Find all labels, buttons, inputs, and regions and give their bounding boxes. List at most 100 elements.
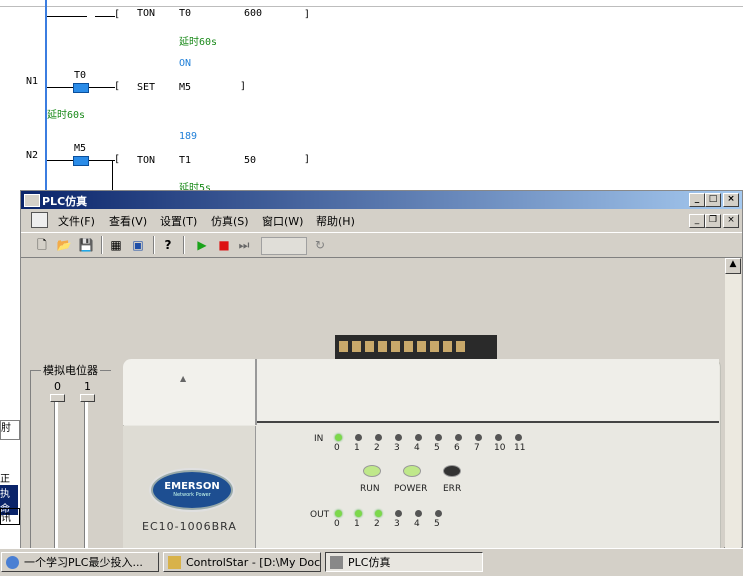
bracket: [: [114, 9, 121, 20]
menu-view[interactable]: 查看(V): [109, 213, 147, 229]
bracket: ]: [240, 81, 247, 92]
coil-value: 600: [244, 8, 263, 19]
bracket: ]: [304, 9, 311, 20]
stop-icon[interactable]: ■: [215, 236, 233, 254]
err-label: ERR: [443, 484, 462, 494]
step-icon[interactable]: ⏭: [235, 236, 253, 254]
input-led-10: [495, 434, 502, 441]
input-led-0: [335, 434, 342, 441]
module-icon[interactable]: ▦: [107, 236, 125, 254]
menu-bar: 文件(F) 查看(V) 设置(T) 仿真(S) 窗口(W) 帮助(H) _ ❐ …: [21, 210, 742, 230]
menu-settings[interactable]: 设置(T): [160, 213, 197, 229]
input-number: 10: [494, 443, 506, 453]
dip-switch[interactable]: [391, 341, 400, 352]
wire: [95, 16, 115, 17]
title-bar[interactable]: PLC仿真 _ □ ×: [21, 191, 742, 209]
output-led-4: [415, 510, 422, 517]
pot-slider-1[interactable]: [80, 394, 95, 402]
pot-slider-0[interactable]: [50, 394, 65, 402]
power-label: POWER: [394, 484, 428, 494]
input-number: 1: [354, 443, 360, 453]
input-led-5: [435, 434, 442, 441]
comment: 延时5s: [179, 183, 212, 190]
strip-item[interactable]: 讯: [0, 508, 20, 525]
help-icon[interactable]: ?: [159, 236, 177, 254]
ladder-header: [0, 0, 743, 7]
document-icon[interactable]: [31, 212, 48, 228]
close-icon[interactable]: ×: [723, 193, 739, 207]
run-icon[interactable]: ▶: [193, 236, 211, 254]
dip-switch[interactable]: [378, 341, 387, 352]
toolbar-separator: [153, 236, 155, 254]
task-label: ControlStar - [D:\My Doc...: [186, 556, 321, 569]
wire: [89, 87, 115, 88]
input-number: 0: [334, 443, 340, 453]
dip-switch[interactable]: [456, 341, 465, 352]
contact-m5[interactable]: [73, 156, 89, 166]
menu-help[interactable]: 帮助(H): [316, 213, 355, 229]
menu-simulate[interactable]: 仿真(S): [211, 213, 249, 229]
monitor-icon[interactable]: ▣: [129, 236, 147, 254]
strip-item[interactable]: 肘: [0, 420, 20, 440]
out-label: OUT: [310, 510, 330, 520]
plcsim-icon: [330, 556, 343, 569]
input-number: 4: [414, 443, 420, 453]
set-instruction: SET: [137, 82, 156, 93]
minimize-icon[interactable]: _: [689, 193, 705, 207]
err-led: [443, 465, 461, 477]
dip-switch[interactable]: [443, 341, 452, 352]
dip-switch[interactable]: [365, 341, 374, 352]
comment: 延时60s: [179, 37, 218, 48]
browser-icon: [6, 556, 19, 569]
pot-label-1: 1: [84, 380, 91, 393]
power-rail: [45, 0, 47, 190]
save-icon[interactable]: 💾: [77, 236, 95, 254]
in-label: IN: [314, 434, 324, 444]
output-number: 2: [374, 519, 380, 529]
scroll-up-icon[interactable]: ▲: [725, 258, 741, 274]
input-led-4: [415, 434, 422, 441]
input-number: 2: [374, 443, 380, 453]
model-number: EC10-1006BRA: [142, 520, 237, 533]
scan-time-field[interactable]: [261, 237, 307, 255]
taskbar-item-browser[interactable]: 一个学习PLC最少投入...: [1, 552, 159, 572]
menu-file[interactable]: 文件(F): [58, 213, 95, 229]
open-icon[interactable]: 📂: [55, 236, 73, 254]
child-close-icon[interactable]: ×: [723, 214, 739, 228]
bracket: [: [114, 154, 121, 165]
maximize-icon[interactable]: □: [705, 193, 721, 207]
dip-switches: [335, 335, 497, 352]
ton-operand: T1: [179, 155, 192, 166]
output-number: 5: [434, 519, 440, 529]
bracket: ]: [304, 154, 311, 165]
child-restore-icon[interactable]: ❐: [705, 214, 721, 228]
wire: [47, 160, 73, 161]
toolbar: 🗋 📂 💾 ▦ ▣ ? ▶ ■ ⏭ ↻: [21, 232, 742, 258]
input-led-3: [395, 434, 402, 441]
dip-switch[interactable]: [404, 341, 413, 352]
vertical-scrollbar[interactable]: ▲: [725, 258, 741, 548]
input-number: 11: [514, 443, 526, 453]
input-number: 7: [474, 443, 480, 453]
menu-window[interactable]: 窗口(W): [262, 213, 303, 229]
input-led-1: [355, 434, 362, 441]
taskbar-item-controlstar[interactable]: ControlStar - [D:\My Doc...: [163, 552, 321, 572]
ladder-editor[interactable]: [ TON T0 600 ] 延时60s N1 T0 [ ON SET M5 ]…: [0, 0, 743, 190]
dip-switch[interactable]: [417, 341, 426, 352]
dip-switch[interactable]: [352, 341, 361, 352]
emerson-logo: EMERSON Network Power: [151, 470, 233, 510]
contact-t0[interactable]: [73, 83, 89, 93]
new-icon[interactable]: 🗋: [33, 236, 51, 254]
run-led: [363, 465, 381, 477]
taskbar: 一个学习PLC最少投入... ControlStar - [D:\My Doc.…: [0, 548, 743, 576]
app-icon: [24, 194, 40, 207]
taskbar-item-plcsim[interactable]: PLC仿真: [325, 552, 483, 572]
refresh-icon[interactable]: ↻: [311, 236, 329, 254]
input-number: 6: [454, 443, 460, 453]
dip-switch[interactable]: [430, 341, 439, 352]
input-led-2: [375, 434, 382, 441]
toolbar-separator: [101, 236, 103, 254]
dip-switch-block: [335, 335, 497, 359]
dip-switch[interactable]: [339, 341, 348, 352]
child-minimize-icon[interactable]: _: [689, 214, 705, 228]
